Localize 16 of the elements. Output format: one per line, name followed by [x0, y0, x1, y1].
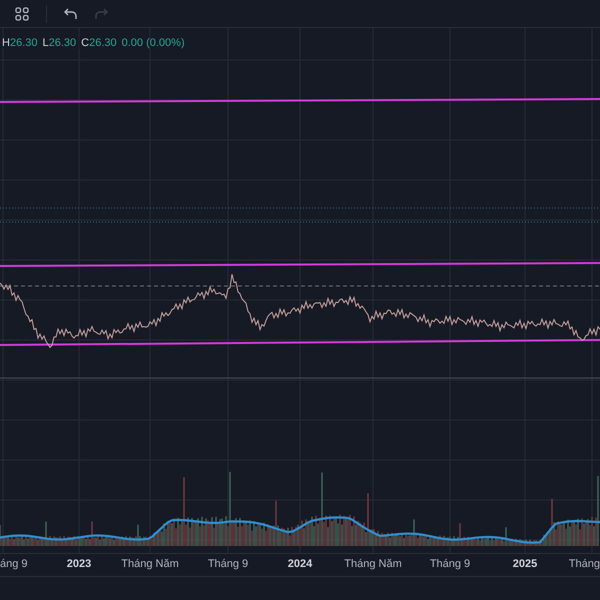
undo-icon	[64, 8, 78, 20]
time-axis-label: Tháng 9	[430, 558, 470, 570]
time-axis-label: Tháng	[568, 558, 600, 570]
time-axis-label: 2025	[512, 558, 538, 570]
legend-value: C26.30	[81, 37, 117, 49]
time-axis-label: Tháng Năm	[344, 558, 402, 570]
redo-icon	[94, 8, 108, 20]
time-axis-label: 2024	[288, 558, 312, 570]
legend-change: 0.00 (0.00%)	[122, 37, 185, 49]
legend-value: L26.30	[42, 37, 76, 49]
grid-icon	[15, 6, 29, 20]
time-axis-label: 2023	[66, 558, 92, 570]
time-axis-label: Tháng 9	[208, 558, 248, 570]
time-axis-label: Tháng Năm	[121, 558, 179, 570]
legend-value: H26.30	[2, 37, 38, 49]
time-axis-label: áng 9	[0, 558, 28, 570]
